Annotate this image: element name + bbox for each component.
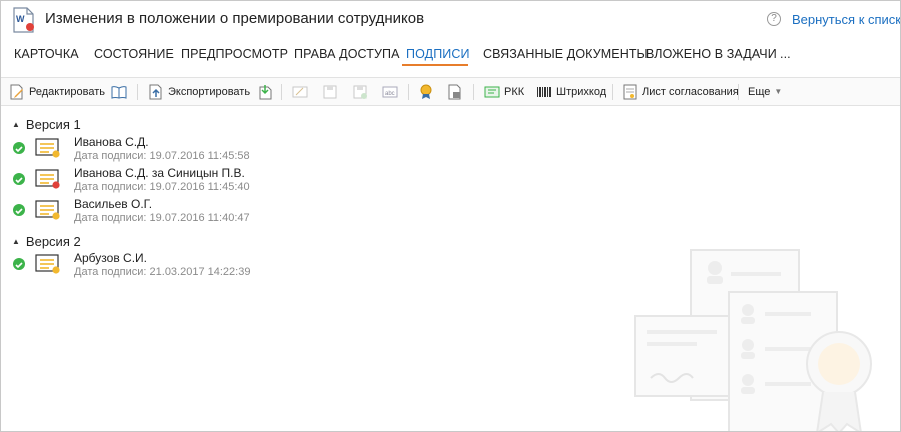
check-circle-icon xyxy=(13,204,25,216)
more-label: Еще xyxy=(748,85,771,98)
word-document-icon: W xyxy=(13,7,35,33)
collapse-triangle-icon: ▲ xyxy=(12,120,20,129)
save-version-icon xyxy=(352,84,368,100)
signature-date: Дата подписи: 19.07.2016 11:45:40 xyxy=(74,181,250,193)
save-version-button[interactable] xyxy=(352,78,368,105)
header: W Изменения в положении о премировании с… xyxy=(1,1,900,39)
version-group-header[interactable]: ▲ Версия 2 xyxy=(12,234,81,249)
signer-name: Арбузов С.И. xyxy=(74,251,147,265)
save-disabled-button[interactable] xyxy=(322,78,338,105)
more-dropdown[interactable]: Еще ▼ xyxy=(748,78,782,105)
tab-related-documents[interactable]: СВЯЗАННЫЕ ДОКУМЕНТЫ xyxy=(483,47,648,61)
rkk-card-icon xyxy=(484,84,500,100)
approval-sheet-icon xyxy=(622,84,638,100)
check-circle-icon xyxy=(13,173,25,185)
tab-preview[interactable]: ПРЕДПРОСМОТР xyxy=(181,47,288,61)
certificate-icon xyxy=(35,199,61,221)
svg-text:W: W xyxy=(16,14,25,24)
tab-signatures[interactable]: ПОДПИСИ xyxy=(406,47,470,61)
open-book-button[interactable] xyxy=(111,78,127,105)
export-button[interactable]: Экспортировать xyxy=(148,78,250,105)
text-recognition-button[interactable]: abc xyxy=(382,78,398,105)
book-icon xyxy=(111,84,127,100)
save-icon xyxy=(322,84,338,100)
page-title: Изменения в положении о премировании сот… xyxy=(45,10,425,27)
signature-medal-icon xyxy=(418,84,434,100)
toolbar-separator xyxy=(408,84,409,100)
toolbar: Редактировать Экспортировать abc РКК Штр… xyxy=(1,77,900,106)
svg-text:abc: abc xyxy=(385,91,395,97)
export-label: Экспортировать xyxy=(168,85,251,98)
certificate-icon xyxy=(35,253,61,275)
text-box-icon: abc xyxy=(382,84,398,100)
tab-attached-to-tasks[interactable]: ВЛОЖЕНО В ЗАДАЧИ xyxy=(646,47,777,61)
barcode-label: Штрихкод xyxy=(556,85,607,98)
tab-status[interactable]: СОСТОЯНИЕ xyxy=(94,47,174,61)
toolbar-separator xyxy=(473,84,474,100)
edit-button[interactable]: Редактировать xyxy=(9,78,105,105)
signature-date: Дата подписи: 21.03.2017 14:22:39 xyxy=(74,266,251,278)
tab-access-rights[interactable]: ПРАВА ДОСТУПА xyxy=(294,47,400,61)
import-button[interactable] xyxy=(257,78,273,105)
signature-settings-button[interactable] xyxy=(447,78,463,105)
signer-name: Иванова С.Д. за Синицын П.В. xyxy=(74,166,245,180)
signature-item[interactable]: Арбузов С.И. Дата подписи: 21.03.2017 14… xyxy=(1,251,401,281)
collapse-triangle-icon: ▲ xyxy=(12,237,20,246)
signer-name: Васильев О.Г. xyxy=(74,197,153,211)
version-group-header[interactable]: ▲ Версия 1 xyxy=(12,117,81,132)
documents-illustration xyxy=(631,246,900,431)
signature-date: Дата подписи: 19.07.2016 11:45:58 xyxy=(74,150,250,162)
signer-name: Иванова С.Д. xyxy=(74,135,149,149)
approval-sheet-label: Лист согласования xyxy=(642,85,739,98)
chevron-down-icon: ▼ xyxy=(774,87,783,96)
signature-item[interactable]: Иванова С.Д. Дата подписи: 19.07.2016 11… xyxy=(1,135,401,165)
back-to-list-link[interactable]: Вернуться к списку xyxy=(792,12,900,27)
toolbar-separator xyxy=(281,84,282,100)
tab-card[interactable]: КАРТОЧКА xyxy=(14,47,79,61)
import-icon xyxy=(257,84,273,100)
help-icon[interactable]: ? xyxy=(767,12,781,26)
barcode-icon xyxy=(536,84,552,100)
edit-disabled-button[interactable] xyxy=(292,78,308,105)
note-edit-icon xyxy=(292,84,308,100)
signature-item[interactable]: Васильев О.Г. Дата подписи: 19.07.2016 1… xyxy=(1,197,401,227)
version-label: Версия 2 xyxy=(25,234,81,249)
tab-more[interactable]: ... xyxy=(780,47,791,61)
check-circle-icon xyxy=(13,258,25,270)
approval-sheet-button[interactable]: Лист согласования xyxy=(622,78,739,105)
signature-item[interactable]: Иванова С.Д. за Синицын П.В. Дата подпис… xyxy=(1,166,401,196)
toolbar-separator xyxy=(738,84,739,100)
export-icon xyxy=(148,84,164,100)
edit-icon xyxy=(9,84,25,100)
active-tab-underline xyxy=(402,64,468,66)
rkk-label: РКК xyxy=(504,85,525,98)
rkk-button[interactable]: РКК xyxy=(484,78,524,105)
edit-label: Редактировать xyxy=(29,85,105,98)
signature-date: Дата подписи: 19.07.2016 11:40:47 xyxy=(74,212,250,224)
document-lock-icon xyxy=(447,84,463,100)
app-window: W Изменения в положении о премировании с… xyxy=(0,0,901,432)
version-label: Версия 1 xyxy=(25,117,81,132)
toolbar-separator xyxy=(137,84,138,100)
toolbar-separator xyxy=(612,84,613,100)
certificate-icon xyxy=(35,137,61,159)
sign-button[interactable] xyxy=(418,78,434,105)
barcode-button[interactable]: Штрихкод xyxy=(536,78,606,105)
certificate-icon xyxy=(35,168,61,190)
check-circle-icon xyxy=(13,142,25,154)
